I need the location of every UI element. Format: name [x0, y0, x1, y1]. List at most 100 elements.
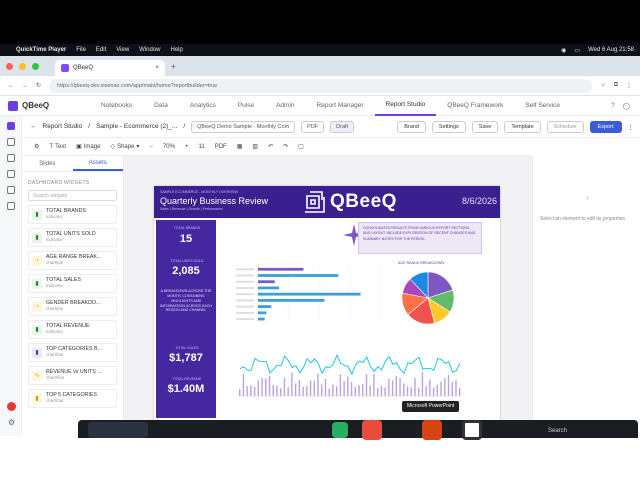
save-button[interactable]: Save — [471, 120, 499, 133]
redo-icon[interactable]: ↷ — [283, 143, 288, 150]
brand-rail-icon[interactable] — [6, 122, 15, 130]
nav-notebooks[interactable]: Notebooks — [90, 96, 143, 116]
settings-gear-icon[interactable]: ⚙ — [8, 418, 15, 427]
nav-report-manager[interactable]: Report Manager — [306, 96, 375, 116]
close-tab-icon[interactable]: × — [155, 65, 159, 71]
url-field[interactable]: https://qbeeq-dev.sisense.com/app/main/h… — [49, 78, 593, 93]
battery-icon[interactable]: ▭ — [574, 47, 580, 54]
mac-menu-help[interactable]: Help — [171, 47, 183, 53]
profile-icon[interactable]: ◯ — [623, 102, 630, 110]
forward-icon[interactable]: → — [22, 83, 28, 89]
preview-icon[interactable]: ▢ — [298, 143, 304, 150]
widget-type: chart/pie — [46, 305, 64, 311]
report-name-field[interactable]: QBeeQ Demo Sample - Monthly Com — [191, 120, 296, 133]
bookmark-icon[interactable]: ☆ — [600, 82, 605, 89]
extensions-icon[interactable]: ⧉ — [614, 82, 618, 89]
widget-item[interactable]: ▮ TOTAL UNITS SOLD indicator — [28, 228, 117, 247]
zoom-in-icon[interactable]: + — [185, 144, 189, 150]
mac-menu-edit[interactable]: Edit — [96, 47, 106, 53]
widget-item[interactable]: ▮ TOTAL SALES indicator — [28, 274, 117, 293]
tab-slides[interactable]: Slides — [22, 156, 73, 171]
widget-item[interactable]: ◔ GENDER BREAKDO... chart/pie — [28, 297, 117, 316]
settings-button[interactable]: Settings — [431, 120, 466, 133]
insert-image-button[interactable]: ▣ Image — [76, 143, 100, 151]
export-button[interactable]: Export — [589, 120, 622, 133]
nav-report-studio[interactable]: Report Studio — [374, 96, 437, 116]
zoom-out-icon[interactable]: − — [149, 144, 153, 150]
widget-item[interactable]: ▮ TOP 5 CATEGORIES chart/bar — [28, 389, 117, 408]
mac-menu-file[interactable]: File — [76, 47, 86, 53]
data-rail-icon[interactable] — [6, 170, 15, 178]
insert-text-button[interactable]: T Text — [49, 144, 66, 150]
report-info-box[interactable]: CONSOLIDATED RESULTS FROM VARIOUS REPORT… — [358, 222, 482, 254]
paper-size-select[interactable]: PDF — [215, 144, 227, 150]
widget-item[interactable]: ▮ TOTAL BRANDS indicator — [28, 205, 117, 224]
app-logo[interactable]: QBeeQ — [0, 100, 90, 111]
widget-item[interactable]: ◔ AGE RANGE BREAK... chart/pie — [28, 251, 117, 270]
line-bar-combo-chart[interactable] — [230, 344, 470, 404]
new-tab-icon[interactable]: + — [171, 62, 176, 71]
horizontal-bar-chart[interactable] — [228, 262, 388, 332]
chevron-right-icon[interactable]: › — [586, 192, 589, 202]
undo-icon[interactable]: ↶ — [268, 143, 273, 150]
browser-tab[interactable]: QBeeQ × — [55, 60, 165, 76]
folder-rail-icon[interactable] — [6, 154, 15, 162]
tab-assets[interactable]: Assets — [72, 156, 123, 171]
report-title[interactable]: Quarterly Business Review — [160, 196, 268, 206]
report-subtitle: Sales | Revenue | Growth | Performance — [160, 207, 223, 211]
taskbar-window-thumb[interactable] — [88, 422, 148, 438]
kpi-value[interactable]: 15 — [158, 233, 214, 245]
gear-icon[interactable]: ⚙ — [34, 143, 39, 150]
back-arrow-icon[interactable]: ← — [30, 123, 37, 130]
brand-select[interactable]: Brand — [397, 120, 426, 133]
help-icon[interactable]: ? — [611, 102, 615, 110]
mac-app-name[interactable]: QuickTime Player — [16, 47, 66, 53]
kpi-value[interactable]: $1,787 — [158, 352, 214, 364]
nav-data[interactable]: Data — [143, 96, 179, 116]
mac-clock[interactable]: Wed 6 Aug 21:58 — [588, 47, 634, 53]
mac-menu-window[interactable]: Window — [139, 47, 160, 53]
schedule-button[interactable]: Schedule — [546, 120, 584, 133]
minimize-window-icon[interactable] — [19, 62, 26, 70]
widget-item[interactable]: ▮ TOTAL REVENUE indicator — [28, 320, 117, 339]
close-window-icon[interactable] — [6, 62, 13, 70]
layout-icon[interactable]: ▥ — [252, 143, 258, 150]
app-launcher-icon[interactable] — [362, 420, 382, 440]
widget-type: indicator — [46, 328, 64, 334]
insert-shape-button[interactable]: ◇ Shape ▾ — [110, 143, 139, 151]
kpi-value[interactable]: $1.40M — [158, 383, 214, 395]
nav-admin[interactable]: Admin — [265, 96, 305, 116]
window-app-icon[interactable] — [462, 420, 482, 440]
zoom-level[interactable]: 70% — [163, 144, 175, 150]
taskbar-search[interactable]: Search — [548, 428, 567, 434]
browser-menu-icon[interactable]: ⋮ — [626, 82, 632, 89]
zoom-window-icon[interactable] — [32, 62, 39, 70]
nav-pulse[interactable]: Pulse — [227, 96, 265, 116]
widget-item[interactable]: ▮ TOP CATEGORIES B... chart/bar — [28, 343, 117, 362]
chat-app-icon[interactable] — [332, 422, 348, 438]
more-options-icon[interactable]: ⋮ — [628, 123, 635, 131]
format-select[interactable]: PDF — [301, 120, 325, 133]
widget-item[interactable]: ∿ REVENUE vs UNITS ... chart/line — [28, 366, 117, 385]
font-size-field[interactable]: 11 — [198, 144, 204, 150]
user-avatar[interactable] — [7, 402, 16, 411]
mac-menu-view[interactable]: View — [116, 47, 129, 53]
reload-icon[interactable]: ↻ — [36, 82, 41, 89]
breadcrumb-mid[interactable]: Sample - Ecommerce (2)_... — [96, 123, 177, 130]
share-rail-icon[interactable] — [6, 186, 15, 194]
nav-analytics[interactable]: Analytics — [179, 96, 227, 116]
report-date[interactable]: 8/6/2026 — [462, 196, 497, 206]
breadcrumb-root[interactable]: Report Studio — [43, 123, 83, 130]
back-icon[interactable]: ← — [8, 83, 14, 89]
home-rail-icon[interactable] — [6, 138, 15, 146]
pie-chart[interactable] — [398, 268, 458, 328]
nav-qbeeq-framework[interactable]: QBeeQ Framework — [436, 96, 514, 116]
kpi-value[interactable]: 2,085 — [158, 265, 214, 277]
template-button[interactable]: Template — [504, 120, 541, 133]
nav-self-service[interactable]: Self Service — [514, 96, 571, 116]
wifi-icon[interactable]: ◉ — [561, 47, 566, 54]
grid-view-icon[interactable]: ▦ — [237, 143, 243, 150]
history-rail-icon[interactable] — [6, 202, 15, 210]
powerpoint-icon[interactable] — [422, 420, 442, 440]
widget-search-input[interactable]: Search widgets — [28, 190, 117, 201]
